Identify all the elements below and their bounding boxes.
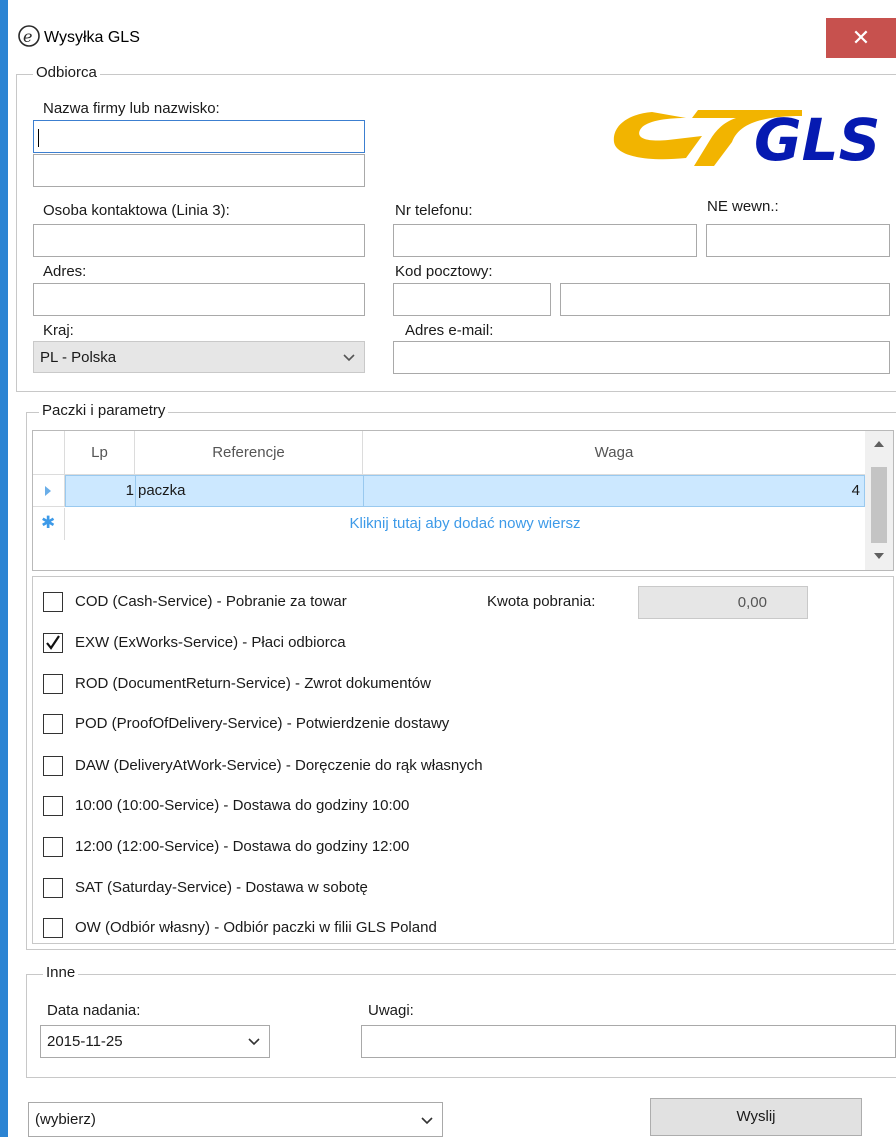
gls-logo: GLS xyxy=(606,96,890,174)
contact-label: Osoba kontaktowa (Linia 3): xyxy=(43,202,230,219)
column-header-ref[interactable]: Referencje xyxy=(135,431,363,475)
country-select[interactable]: PL - Polska xyxy=(33,341,365,373)
service-label-1000[interactable]: 10:00 (10:00-Service) - Dostawa do godzi… xyxy=(75,797,409,814)
service-checkbox-1200[interactable] xyxy=(43,837,63,857)
service-checkbox-sat[interactable] xyxy=(43,878,63,898)
service-label-cod[interactable]: COD (Cash-Service) - Pobranie za towar xyxy=(75,593,347,610)
country-value: PL - Polska xyxy=(40,349,117,366)
scroll-up-icon[interactable] xyxy=(873,439,885,449)
service-label-ow[interactable]: OW (Odbiór własny) - Odbiór paczki w fil… xyxy=(75,919,437,936)
name-label: Nazwa firmy lub nazwisko: xyxy=(43,100,220,117)
grid-corner xyxy=(33,431,65,475)
postal-label: Kod pocztowy: xyxy=(395,263,493,280)
service-checkbox-1000[interactable] xyxy=(43,796,63,816)
address-input[interactable] xyxy=(33,283,365,316)
service-checkbox-rod[interactable] xyxy=(43,674,63,694)
city-input[interactable] xyxy=(560,283,890,316)
service-label-exw[interactable]: EXW (ExWorks-Service) - Płaci odbiorca xyxy=(75,634,346,651)
new-row-selector[interactable]: ✱ xyxy=(33,508,65,540)
email-label: Adres e-mail: xyxy=(405,322,494,339)
scroll-down-icon[interactable] xyxy=(873,551,885,561)
contact-input[interactable] xyxy=(33,224,365,257)
postal-code-input[interactable] xyxy=(393,283,551,316)
phone-input[interactable] xyxy=(393,224,697,257)
row-pointer-icon xyxy=(45,486,51,496)
template-select[interactable]: (wybierz) xyxy=(28,1102,443,1137)
close-button[interactable]: ✕ xyxy=(826,18,896,58)
service-checkbox-cod[interactable] xyxy=(43,592,63,612)
svg-text:e: e xyxy=(23,27,32,46)
cod-amount-value: 0,00 xyxy=(737,594,767,611)
cell-weight: 4 xyxy=(851,482,860,499)
service-label-daw[interactable]: DAW (DeliveryAtWork-Service) - Doręczeni… xyxy=(75,757,483,774)
service-label-sat[interactable]: SAT (Saturday-Service) - Dostawa w sobot… xyxy=(75,879,368,896)
date-label: Data nadania: xyxy=(47,1002,141,1019)
service-checkbox-ow[interactable] xyxy=(43,918,63,938)
email-input[interactable] xyxy=(393,341,890,374)
date-picker[interactable]: 2015-11-25 xyxy=(40,1025,270,1058)
name-input[interactable] xyxy=(33,120,365,153)
asterisk-icon: ✱ xyxy=(41,513,56,532)
phone-label: Nr telefonu: xyxy=(395,202,473,219)
service-checkbox-pod[interactable] xyxy=(43,714,63,734)
cod-amount-input[interactable]: 0,00 xyxy=(638,586,808,619)
ext-input[interactable] xyxy=(706,224,890,257)
notes-input[interactable] xyxy=(361,1025,896,1058)
date-value: 2015-11-25 xyxy=(47,1033,123,1050)
table-row[interactable]: 1 paczka 4 xyxy=(65,475,865,507)
cell-ref: paczka xyxy=(138,482,186,499)
chevron-down-icon xyxy=(342,351,356,365)
column-header-weight[interactable]: Waga xyxy=(363,431,865,475)
column-header-lp[interactable]: Lp xyxy=(65,431,135,475)
app-e-icon: e xyxy=(17,24,41,48)
recipient-group-label: Odbiorca xyxy=(33,64,100,81)
checkmark-icon xyxy=(46,635,60,650)
address-label: Adres: xyxy=(43,263,87,280)
logo-text: GLS xyxy=(754,106,880,170)
chevron-down-icon xyxy=(420,1114,434,1128)
cell-lp: 1 xyxy=(125,482,134,499)
service-label-rod[interactable]: ROD (DocumentReturn-Service) - Zwrot dok… xyxy=(75,675,431,692)
parcels-grid[interactable]: Lp Referencje Waga 1 paczka 4 ✱ Kliknij … xyxy=(32,430,894,571)
grid-scrollbar[interactable] xyxy=(865,431,893,570)
window-title: Wysyłka GLS xyxy=(44,29,140,46)
text-caret xyxy=(38,129,39,147)
ext-label: NE wewn.: xyxy=(707,198,779,215)
row-selector[interactable] xyxy=(33,475,65,507)
title-bar[interactable] xyxy=(8,14,896,62)
template-select-value: (wybierz) xyxy=(35,1111,96,1128)
service-label-1200[interactable]: 12:00 (12:00-Service) - Dostawa do godzi… xyxy=(75,838,409,855)
name2-input[interactable] xyxy=(33,154,365,187)
parcels-group-label: Paczki i parametry xyxy=(39,402,169,419)
scroll-thumb[interactable] xyxy=(871,467,887,543)
service-checkbox-daw[interactable] xyxy=(43,756,63,776)
notes-label: Uwagi: xyxy=(368,1002,414,1019)
cod-amount-label: Kwota pobrania: xyxy=(487,593,596,610)
new-row-hint[interactable]: Kliknij tutaj aby dodać nowy wiersz xyxy=(65,508,865,540)
service-checkbox-exw[interactable] xyxy=(43,633,63,653)
send-button[interactable]: Wyslij xyxy=(650,1098,862,1136)
country-label: Kraj: xyxy=(43,322,74,339)
window-frame xyxy=(0,0,8,1137)
other-group-label: Inne xyxy=(43,964,79,981)
service-label-pod[interactable]: POD (ProofOfDelivery-Service) - Potwierd… xyxy=(75,715,449,732)
chevron-down-icon[interactable] xyxy=(247,1035,261,1049)
